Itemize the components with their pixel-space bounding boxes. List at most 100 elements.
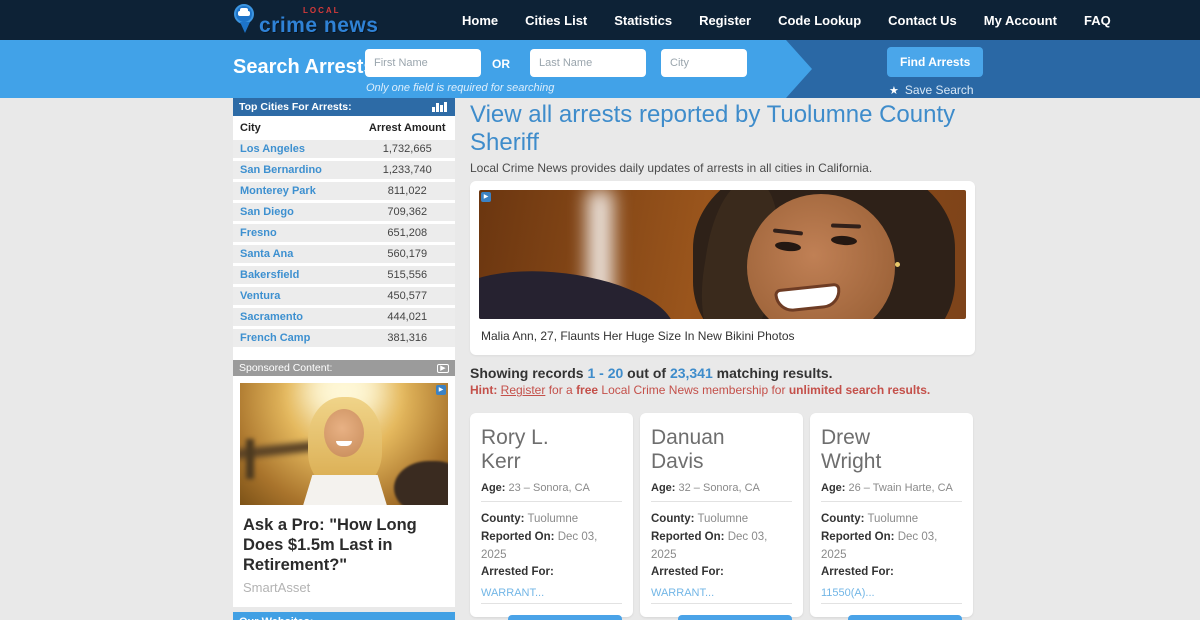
site-logo[interactable]: LOCAL crime news <box>233 2 378 36</box>
nav-item-home[interactable]: Home <box>462 13 498 28</box>
table-row: Bakersfield 515,556 <box>233 266 455 287</box>
table-row: Sacramento 444,021 <box>233 308 455 329</box>
reported-label: Reported On: <box>651 530 725 543</box>
main-ad-image[interactable]: ▶ <box>479 190 966 319</box>
results-range: 1 - 20 <box>587 365 624 381</box>
find-arrests-button[interactable]: Find Arrests <box>887 47 984 77</box>
table-row: French Camp 381,316 <box>233 329 455 350</box>
age-label: Age: <box>481 482 506 495</box>
car-icon <box>238 8 250 16</box>
nav-item-faq[interactable]: FAQ <box>1084 13 1111 28</box>
nav-item-statistics[interactable]: Statistics <box>614 13 672 28</box>
city-link-sacramento[interactable]: Sacramento <box>240 311 303 323</box>
arrestee-name[interactable]: Drew Wright <box>821 426 962 473</box>
arrest-card: Drew Wright Age: 26 – Twain Harte, CA Co… <box>810 413 973 620</box>
column-city: City <box>240 122 261 134</box>
star-icon: ★ <box>889 84 899 97</box>
last-name-input[interactable] <box>530 49 646 77</box>
adchoices-icon[interactable]: ▶ <box>436 385 446 395</box>
arrest-amount: 1,233,740 <box>382 164 432 176</box>
main-column: View all arrests reported by Tuolumne Co… <box>470 98 975 620</box>
county-label: County: <box>651 513 695 526</box>
hint-label: Hint: <box>470 383 498 397</box>
nav-item-code-lookup[interactable]: Code Lookup <box>778 13 861 28</box>
age-value: 26 – Twain Harte, CA <box>848 482 953 495</box>
reported-label: Reported On: <box>821 530 895 543</box>
charge-link[interactable]: WARRANT... <box>651 585 714 602</box>
city-link-santa-ana[interactable]: Santa Ana <box>240 248 293 260</box>
content-area: Top Cities For Arrests: City Arrest Amou… <box>233 98 1200 620</box>
results-summary: Showing records 1 - 20 out of 23,341 mat… <box>470 365 833 381</box>
sidebar: Top Cities For Arrests: City Arrest Amou… <box>233 98 455 620</box>
city-link-fresno[interactable]: Fresno <box>240 227 277 239</box>
city-link-los-angeles[interactable]: Los Angeles <box>240 143 305 155</box>
top-cities-column-headers: City Arrest Amount <box>233 116 455 140</box>
table-row: Fresno 651,208 <box>233 224 455 245</box>
or-label: OR <box>492 57 510 71</box>
table-row: Ventura 450,577 <box>233 287 455 308</box>
sponsored-content-header: Sponsored Content: ▶ <box>233 360 455 376</box>
main-ad-caption[interactable]: Malia Ann, 27, Flaunts Her Huge Size In … <box>479 319 966 346</box>
table-row: Monterey Park 811,022 <box>233 182 455 203</box>
arrest-amount: 515,556 <box>387 269 428 281</box>
nav-item-cities-list[interactable]: Cities List <box>525 13 587 28</box>
arrest-amount: 381,316 <box>387 332 428 344</box>
view-arrest-details-button[interactable]: View Arrest Details <box>507 615 622 620</box>
top-navbar: LOCAL crime news Home Cities List Statis… <box>0 0 1200 40</box>
county-label: County: <box>481 513 525 526</box>
table-row: Los Angeles 1,732,665 <box>233 140 455 161</box>
results-total: 23,341 <box>669 365 713 381</box>
city-link-french-camp[interactable]: French Camp <box>240 332 310 344</box>
table-row: Santa Ana 560,179 <box>233 245 455 266</box>
nav-item-contact-us[interactable]: Contact Us <box>888 13 957 28</box>
city-link-san-diego[interactable]: San Diego <box>240 206 294 218</box>
age-label: Age: <box>651 482 676 495</box>
brand-crime-news-label: crime news <box>259 14 379 37</box>
page-subtitle: Local Crime News provides daily updates … <box>470 161 873 175</box>
bar-chart-icon <box>432 102 447 112</box>
our-websites-header: Our Websites: <box>233 612 455 620</box>
nav-item-my-account[interactable]: My Account <box>984 13 1057 28</box>
first-name-input[interactable] <box>365 49 481 77</box>
register-link[interactable]: Register <box>501 383 546 397</box>
age-value: 23 – Sonora, CA <box>508 482 590 495</box>
page-title: View all arrests reported by Tuolumne Co… <box>470 101 956 156</box>
nav-menu: Home Cities List Statistics Register Cod… <box>462 0 1111 40</box>
charge-link[interactable]: WARRANT... <box>481 585 544 602</box>
city-input[interactable] <box>661 49 747 77</box>
adchoices-icon[interactable]: ▶ <box>481 192 491 202</box>
table-row: San Bernardino 1,233,740 <box>233 161 455 182</box>
hint-line: Hint: Register for a free Local Crime Ne… <box>470 383 931 397</box>
top-cities-panel: Top Cities For Arrests: City Arrest Amou… <box>233 98 455 608</box>
adchoices-icon[interactable]: ▶ <box>437 363 449 373</box>
arrested-for-label: Arrested For: <box>651 566 724 579</box>
charge-link[interactable]: 11550(A)... <box>821 585 875 602</box>
arrest-amount: 560,179 <box>387 248 428 260</box>
arrest-amount: 444,021 <box>387 311 428 323</box>
view-arrest-details-button[interactable]: View Arrest Details <box>677 615 792 620</box>
column-arrest-amount: Arrest Amount <box>368 122 446 134</box>
nav-item-register[interactable]: Register <box>699 13 751 28</box>
arrestee-name[interactable]: Danuan Davis <box>651 426 792 473</box>
arrest-card: Rory L. Kerr Age: 23 – Sonora, CA County… <box>470 413 633 620</box>
county-value: Tuolumne <box>527 513 579 526</box>
arrest-amount: 651,208 <box>387 227 428 239</box>
arrestee-name[interactable]: Rory L. Kerr <box>481 426 622 473</box>
city-link-monterey-park[interactable]: Monterey Park <box>240 185 316 197</box>
save-search-button[interactable]: ★ Save Search <box>889 83 974 97</box>
arrest-card: Danuan Davis Age: 32 – Sonora, CA County… <box>640 413 803 620</box>
map-pin-logo-icon <box>233 2 255 34</box>
reported-label: Reported On: <box>481 530 555 543</box>
city-link-san-bernardino[interactable]: San Bernardino <box>240 164 322 176</box>
sponsored-ad-image[interactable]: ▶ <box>240 383 448 505</box>
city-link-ventura[interactable]: Ventura <box>240 290 280 302</box>
arrested-for-label: Arrested For: <box>821 566 894 579</box>
sponsored-ad: ▶ Ask a Pro: "How Long Does $1.5m Last i… <box>233 376 455 607</box>
sponsored-content-label: Sponsored Content: <box>239 362 333 374</box>
view-arrest-details-button[interactable]: View Arrest Details <box>847 615 962 620</box>
arrest-amount: 811,022 <box>387 185 427 197</box>
city-link-bakersfield[interactable]: Bakersfield <box>240 269 299 281</box>
county-value: Tuolumne <box>867 513 919 526</box>
table-row: San Diego 709,362 <box>233 203 455 224</box>
sponsored-ad-headline[interactable]: Ask a Pro: "How Long Does $1.5m Last in … <box>240 515 448 575</box>
